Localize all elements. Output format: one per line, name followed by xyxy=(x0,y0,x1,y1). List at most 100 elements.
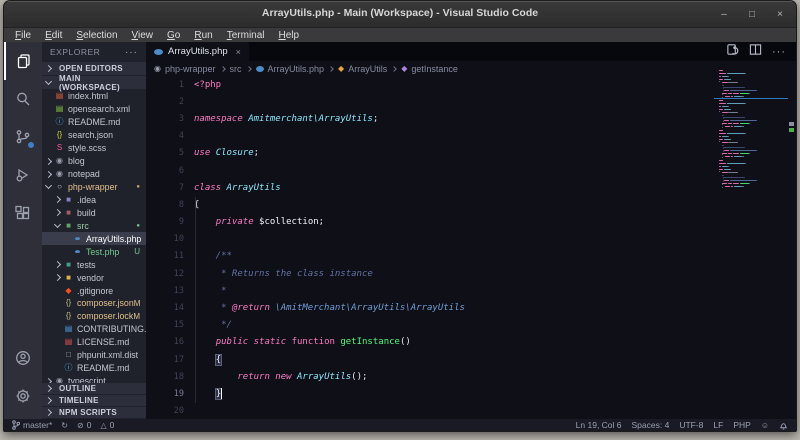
tree-item-arrayutils-php[interactable]: ●ArrayUtils.php xyxy=(42,232,146,245)
menu-selection[interactable]: Selection xyxy=(69,30,124,41)
status-feedback[interactable]: ☺ xyxy=(761,421,769,430)
status-lf[interactable]: LF xyxy=(713,420,723,430)
code-line-9: 9 private $collection; xyxy=(146,214,796,231)
close-icon[interactable]: × xyxy=(774,9,786,20)
status-ln-19-col-6[interactable]: Ln 19, Col 6 xyxy=(576,420,622,430)
menu-help[interactable]: Help xyxy=(272,30,307,41)
status-bell[interactable] xyxy=(779,421,788,430)
tree-item--gitignore[interactable]: ◆.gitignore xyxy=(42,284,146,297)
section-main-workspace[interactable]: MAIN (WORKSPACE) xyxy=(42,76,146,89)
maximize-icon[interactable]: □ xyxy=(746,9,758,20)
menu-view[interactable]: View xyxy=(125,30,161,41)
tree-item-label: composer.lock xyxy=(77,311,133,321)
extensions-icon[interactable] xyxy=(4,194,42,232)
tree-item-readme-md[interactable]: ⓘ README.md xyxy=(42,116,146,129)
code-area[interactable]: 1<?php23namespace Amitmerchant\ArrayUtil… xyxy=(146,76,796,419)
status-error[interactable]: ⊘0 xyxy=(77,420,91,430)
circle-symbol-icon: ◉ xyxy=(154,65,161,73)
folder-icon: ■ xyxy=(64,274,73,282)
tree-item--idea[interactable]: ■.idea xyxy=(42,194,146,207)
minimize-icon[interactable]: – xyxy=(718,9,730,20)
tree-item-composer-json[interactable]: {}composer.jsonM xyxy=(42,297,146,310)
tree-item-vendor[interactable]: ■ vendor xyxy=(42,271,146,284)
accounts-icon[interactable] xyxy=(4,339,42,377)
tab-close-icon[interactable]: × xyxy=(236,47,241,57)
info-icon: ⓘ xyxy=(55,118,64,126)
menu-terminal[interactable]: Terminal xyxy=(220,30,272,41)
breadcrumb-item[interactable]: getInstance xyxy=(411,64,458,74)
git-status-badge: U xyxy=(134,247,140,256)
tree-item-style-scss[interactable]: Sstyle.scss xyxy=(42,142,146,155)
title-bar[interactable]: ArrayUtils.php - Main (Workspace) - Visu… xyxy=(4,1,796,28)
sync-icon: ↻ xyxy=(61,421,68,430)
menu-go[interactable]: Go xyxy=(160,30,187,41)
breadcrumb-item[interactable]: ArrayUtils.php xyxy=(268,64,325,74)
breadcrumb-item[interactable]: ArrayUtils xyxy=(348,64,387,74)
tree-item-phpunit-xml-dist[interactable]: □phpunit.xml.dist xyxy=(42,349,146,362)
menu-file[interactable]: File xyxy=(8,30,38,41)
status-utf-8[interactable]: UTF-8 xyxy=(679,420,703,430)
line-number: 10 xyxy=(146,234,184,244)
tree-item-blog[interactable]: ◉blog xyxy=(42,155,146,168)
tree-item-contributing-md[interactable]: ▤CONTRIBUTING.md xyxy=(42,323,146,336)
overview-ruler-mark-gray xyxy=(789,122,794,126)
tab-arrayutils-php[interactable]: ArrayUtils.php × xyxy=(146,42,249,61)
tree-item-composer-lock[interactable]: {}composer.lockM xyxy=(42,310,146,323)
tree-item-build[interactable]: ■build xyxy=(42,206,146,219)
line-number: 13 xyxy=(146,286,184,296)
minimap[interactable] xyxy=(718,70,784,194)
tree-item-index-html[interactable]: ▤index.html xyxy=(42,90,146,103)
tree-item-tests[interactable]: ■tests xyxy=(42,258,146,271)
info-icon: ⓘ xyxy=(64,364,73,372)
breadcrumb-item[interactable]: php-wrapper xyxy=(165,64,216,74)
tree-item-search-json[interactable]: {}search.json xyxy=(42,129,146,142)
tree-item-src[interactable]: ■src● xyxy=(42,219,146,232)
menu-edit[interactable]: Edit xyxy=(38,30,69,41)
php-icon: ● xyxy=(71,235,84,242)
php-icon: ● xyxy=(71,248,84,255)
split-editor-icon[interactable] xyxy=(749,43,762,61)
main-area: EXPLORER ··· OPEN EDITORS MAIN (WORKSPAC… xyxy=(4,42,796,419)
line-number: 1 xyxy=(146,80,184,90)
code-line-1: 1<?php xyxy=(146,76,796,93)
explorer-icon[interactable] xyxy=(4,42,42,80)
status-sync[interactable]: ↻ xyxy=(61,421,68,430)
tree-item-label: README.md xyxy=(68,117,120,127)
status-branch[interactable]: master* xyxy=(12,420,52,430)
git-status-badge: M xyxy=(133,312,140,321)
line-number: 18 xyxy=(146,372,184,382)
tree-item-license-md[interactable]: ▤LICENSE.md xyxy=(42,336,146,349)
tree-item-php-wrapper[interactable]: ○php-wrapper● xyxy=(42,181,146,194)
html-icon: ▤ xyxy=(55,92,64,100)
explorer-more-actions-icon[interactable]: ··· xyxy=(125,47,138,58)
circle-icon: ◉ xyxy=(55,157,64,165)
status-spaces-4[interactable]: Spaces: 4 xyxy=(632,420,670,430)
status-php[interactable]: PHP xyxy=(733,420,750,430)
md-blue-icon: ▤ xyxy=(64,325,73,333)
status-warning[interactable]: △0 xyxy=(100,420,114,430)
open-changes-icon[interactable] xyxy=(726,43,739,61)
tree-item-opensearch-xml[interactable]: ▤opensearch.xml xyxy=(42,103,146,116)
tree-item-notepad[interactable]: ◉notepad xyxy=(42,168,146,181)
tree-item-test-php[interactable]: ●Test.phpU xyxy=(42,245,146,258)
tree-item-label: php-wrapper xyxy=(68,182,117,192)
status-bar: master* ↻ ⊘0 △0 Ln 19, Col 6 Spaces: 4 UTF-8 LF… xyxy=(4,419,796,431)
tree-item-label: composer.json xyxy=(77,298,134,308)
section-timeline[interactable]: TIMELINE xyxy=(42,395,146,406)
tree-item-readme-md[interactable]: ⓘREADME.md xyxy=(42,362,146,375)
section-outline[interactable]: OUTLINE xyxy=(42,383,146,394)
line-number: 9 xyxy=(146,217,184,227)
breadcrumb[interactable]: ◉php-wrappersrcArrayUtils.php◆ArrayUtils… xyxy=(146,61,796,76)
search-icon[interactable] xyxy=(4,80,42,118)
code-line-7: 7class ArrayUtils xyxy=(146,179,796,196)
activity-bar xyxy=(4,42,42,419)
source-control-icon[interactable] xyxy=(4,118,42,156)
run-debug-icon[interactable] xyxy=(4,156,42,194)
breadcrumb-item[interactable]: src xyxy=(230,64,242,74)
menu-run[interactable]: Run xyxy=(187,30,219,41)
section-npm-scripts[interactable]: NPM SCRIPTS xyxy=(42,407,146,418)
settings-gear-icon[interactable] xyxy=(4,377,42,415)
more-actions-icon[interactable]: ··· xyxy=(772,46,786,58)
code-line-17: 17 { xyxy=(146,351,796,368)
tree-item-label: vendor xyxy=(77,273,104,283)
